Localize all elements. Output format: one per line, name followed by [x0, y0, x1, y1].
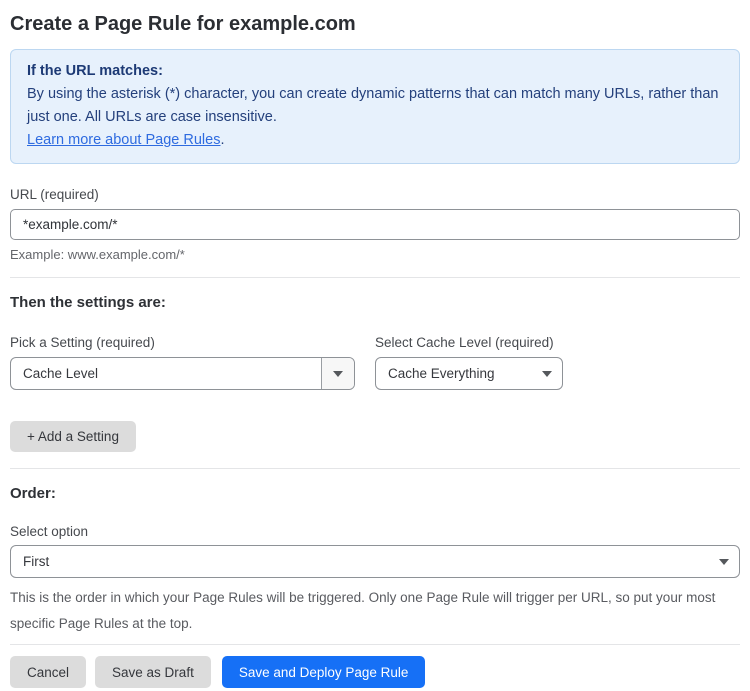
save-as-draft-button[interactable]: Save as Draft [95, 656, 211, 688]
setting-picker-label: Pick a Setting (required) [10, 335, 155, 350]
section-divider [10, 644, 740, 645]
info-box-body: By using the asterisk (*) character, you… [27, 86, 719, 125]
order-select-value: First [23, 554, 50, 569]
cache-level-select-value: Cache Everything [388, 366, 495, 381]
save-and-deploy-button[interactable]: Save and Deploy Page Rule [221, 656, 426, 688]
settings-section-heading: Then the settings are: [10, 294, 166, 311]
url-match-info-box: If the URL matches: By using the asteris… [10, 49, 740, 164]
cache-level-label: Select Cache Level (required) [375, 335, 554, 350]
setting-picker-group: Pick a Setting (required) Cache Level [10, 334, 355, 390]
page-title: Create a Page Rule for example.com [10, 13, 356, 35]
cache-level-picker-group: Select Cache Level (required) Cache Ever… [375, 334, 563, 390]
url-label: URL (required) [10, 187, 99, 202]
info-box-heading: If the URL matches: [27, 63, 163, 79]
settings-row: Pick a Setting (required) Cache Level Se… [10, 334, 740, 390]
footer-actions: Cancel Save as Draft Save and Deploy Pag… [10, 656, 740, 688]
link-suffix: . [220, 132, 225, 148]
order-select[interactable]: First [10, 545, 740, 578]
section-divider [10, 468, 740, 469]
create-page-rule-form: Create a Page Rule for example.com If th… [0, 0, 750, 691]
chevron-down-icon [532, 370, 562, 377]
order-section-heading: Order: [10, 485, 56, 502]
cancel-button[interactable]: Cancel [10, 656, 87, 688]
order-select-label: Select option [10, 524, 89, 539]
setting-select-value: Cache Level [23, 366, 99, 381]
order-helper-text: This is the order in which your Page Rul… [10, 590, 716, 631]
info-box-link-line: Learn more about Page Rules. [27, 129, 723, 152]
section-divider [10, 277, 740, 278]
url-helper-text: Example: www.example.com/* [10, 247, 185, 262]
setting-select[interactable]: Cache Level [10, 357, 355, 390]
chevron-down-icon [321, 358, 354, 389]
learn-more-link[interactable]: Learn more about Page Rules [27, 132, 220, 148]
add-setting-button[interactable]: + Add a Setting [10, 421, 136, 452]
chevron-down-icon [709, 558, 739, 565]
url-input[interactable] [10, 209, 740, 240]
cache-level-select[interactable]: Cache Everything [375, 357, 563, 390]
